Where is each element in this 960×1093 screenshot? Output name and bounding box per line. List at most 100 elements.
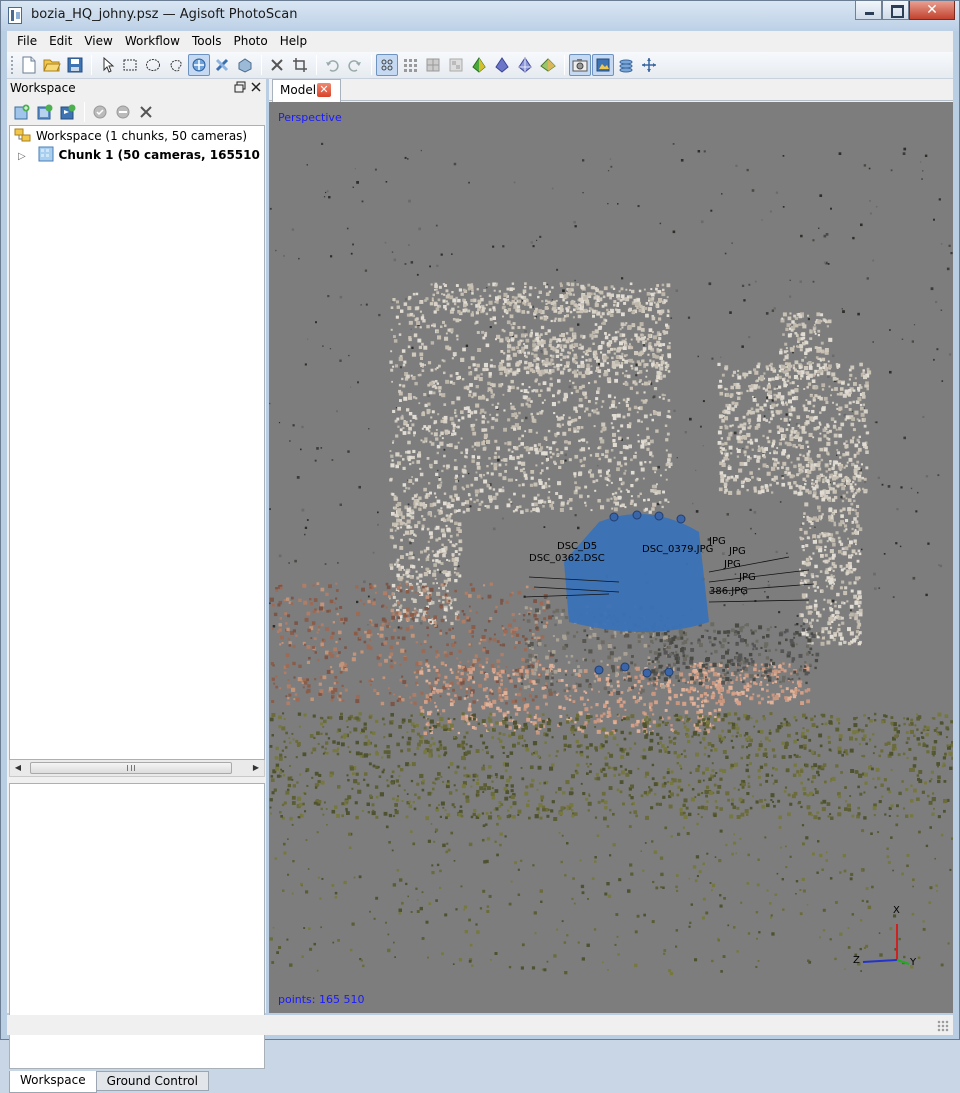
cloud-point — [509, 455, 513, 458]
tab-ground-control[interactable]: Ground Control — [95, 1071, 209, 1091]
cloud-point — [511, 635, 514, 638]
cloud-point — [539, 235, 542, 238]
cloud-point — [460, 671, 464, 676]
model-shaded-icon[interactable] — [514, 54, 536, 76]
show-points-icon[interactable] — [376, 54, 398, 76]
scroll-left-icon[interactable]: ◀ — [10, 760, 26, 776]
show-mesh-icon[interactable] — [422, 54, 444, 76]
tree-workspace-root[interactable]: Workspace (1 chunks, 50 cameras) — [14, 127, 247, 145]
open-folder-icon[interactable] — [41, 54, 63, 76]
tree-expander-icon[interactable]: ▷ — [18, 151, 26, 162]
model-wireframe-icon[interactable] — [491, 54, 513, 76]
redo-icon[interactable] — [344, 54, 366, 76]
maximize-button[interactable] — [882, 1, 909, 20]
menu-photo[interactable]: Photo — [228, 32, 274, 51]
cloud-point — [478, 377, 483, 382]
cloud-point — [763, 372, 766, 375]
minimize-button[interactable] — [855, 1, 882, 20]
cloud-point — [667, 310, 670, 313]
cloud-point — [454, 589, 457, 593]
title-bar[interactable]: bozia_HQ_johny.psz — Agisoft PhotoScan ✕ — [1, 1, 959, 31]
show-textured-icon[interactable] — [445, 54, 467, 76]
add-photos-icon[interactable] — [34, 101, 56, 123]
cloud-point — [513, 704, 518, 709]
cloud-point — [378, 662, 382, 667]
tree-chunk-1[interactable]: ▷ Chunk 1 (50 cameras, 165510 points) — [18, 146, 264, 164]
cloud-point — [825, 365, 828, 368]
menu-help[interactable]: Help — [274, 32, 313, 51]
cloud-point — [842, 494, 846, 498]
cloud-point — [799, 491, 803, 496]
cloud-point — [521, 310, 526, 314]
enable-icon[interactable] — [89, 101, 111, 123]
show-dense-icon[interactable] — [399, 54, 421, 76]
save-icon[interactable] — [64, 54, 86, 76]
show-cameras-icon[interactable] — [569, 54, 591, 76]
cloud-point — [640, 685, 643, 688]
model-solid-icon[interactable] — [468, 54, 490, 76]
menu-tools[interactable]: Tools — [186, 32, 228, 51]
navigate-icon[interactable] — [188, 54, 210, 76]
pointer-icon[interactable] — [96, 54, 118, 76]
delete-icon[interactable] — [266, 54, 288, 76]
model-textured-icon[interactable] — [537, 54, 559, 76]
model-viewport[interactable]: DSC_D5 DSC_0362.DSC DSC_0379.JPG JPG JPG JPG J… — [269, 102, 953, 1013]
float-pane-icon[interactable] — [234, 81, 246, 96]
close-tab-icon[interactable]: ✕ — [317, 83, 331, 97]
cloud-point — [415, 570, 418, 573]
show-region-icon[interactable] — [615, 54, 637, 76]
cloud-point — [776, 373, 779, 376]
cloud-point — [565, 332, 569, 335]
add-chunk-icon[interactable] — [11, 101, 33, 123]
cloud-point — [857, 474, 862, 478]
cloud-point — [278, 623, 282, 627]
cloud-point — [837, 380, 841, 384]
crop-icon[interactable] — [289, 54, 311, 76]
cloud-point — [463, 697, 467, 700]
cloud-point — [454, 459, 457, 462]
cloud-point — [586, 634, 589, 637]
toolbar-grip[interactable] — [11, 56, 14, 74]
circle-select-icon[interactable] — [142, 54, 164, 76]
move-region-icon[interactable] — [638, 54, 660, 76]
cloud-point — [438, 386, 442, 390]
cloud-point — [769, 483, 772, 487]
cloud-point — [630, 458, 633, 462]
cloud-point — [649, 708, 653, 712]
cloud-point — [557, 317, 562, 322]
free-select-icon[interactable] — [165, 54, 187, 76]
disable-icon[interactable] — [112, 101, 134, 123]
menu-edit[interactable]: Edit — [43, 32, 78, 51]
cloud-point — [559, 294, 564, 298]
menu-view[interactable]: View — [78, 32, 118, 51]
cloud-point — [433, 460, 438, 464]
menu-workflow[interactable]: Workflow — [119, 32, 186, 51]
cloud-point — [635, 374, 638, 377]
cloud-point — [588, 382, 591, 385]
close-button[interactable]: ✕ — [909, 1, 955, 20]
cloud-point — [787, 316, 792, 321]
tab-model[interactable]: Model ✕ — [272, 79, 341, 102]
rotate-object-icon[interactable] — [211, 54, 233, 76]
rectangle-select-icon[interactable] — [119, 54, 141, 76]
workspace-horizontal-scrollbar[interactable]: ◀ ▶ — [9, 760, 265, 777]
new-document-icon[interactable] — [18, 54, 40, 76]
cloud-point — [583, 690, 586, 693]
add-markers-icon[interactable] — [57, 101, 79, 123]
move-object-icon[interactable] — [234, 54, 256, 76]
tab-workspace[interactable]: Workspace — [9, 1071, 97, 1093]
menu-file[interactable]: File — [11, 32, 43, 51]
scroll-right-icon[interactable]: ▶ — [248, 760, 264, 776]
cloud-point — [787, 471, 791, 475]
cloud-point — [453, 509, 456, 512]
close-pane-icon[interactable] — [250, 81, 262, 96]
cloud-point — [427, 540, 430, 543]
undo-icon[interactable] — [321, 54, 343, 76]
cloud-point — [757, 445, 760, 448]
remove-icon[interactable] — [135, 101, 157, 123]
scrollbar-thumb[interactable] — [30, 762, 232, 774]
cloud-point — [517, 350, 520, 353]
show-images-icon[interactable] — [592, 54, 614, 76]
cloud-point — [523, 343, 525, 345]
cloud-point — [285, 695, 288, 698]
